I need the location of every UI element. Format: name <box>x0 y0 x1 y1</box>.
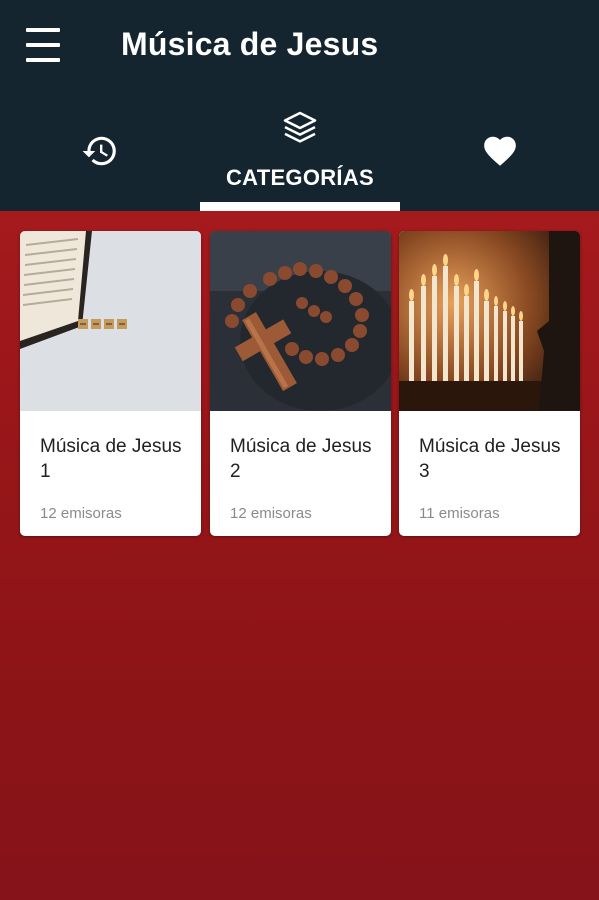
categories-content: Música de Jesus 1 12 emisoras Música de … <box>0 211 599 900</box>
rosary-image <box>210 231 391 411</box>
candles-image <box>399 231 580 411</box>
category-title: Música de Jesus 1 <box>40 436 182 482</box>
app-title: Música de Jesus <box>121 26 379 62</box>
category-card[interactable]: Música de Jesus 1 12 emisoras <box>20 231 201 536</box>
menu-icon[interactable] <box>26 28 68 62</box>
category-count: 12 emisoras <box>40 505 122 522</box>
top-app-bar: Música de Jesus CATEGORÍAS <box>0 0 599 211</box>
app-root: Música de Jesus CATEGORÍAS Música de Jes… <box>0 0 599 900</box>
tab-categories[interactable]: CATEGORÍAS <box>200 98 400 211</box>
category-title: Música de Jesus 3 <box>419 436 561 482</box>
tab-favorites[interactable] <box>400 98 599 211</box>
layers-icon <box>283 111 317 143</box>
selected-tab-indicator <box>200 202 400 211</box>
tab-recent[interactable] <box>0 98 200 211</box>
category-grid: Música de Jesus 1 12 emisoras Música de … <box>20 231 580 536</box>
category-card[interactable]: Música de Jesus 3 11 emisoras <box>399 231 580 536</box>
category-card[interactable]: Música de Jesus 2 12 emisoras <box>210 231 391 536</box>
category-count: 11 emisoras <box>419 505 500 522</box>
bible-image <box>20 231 201 411</box>
heart-icon <box>484 136 516 166</box>
category-title: Música de Jesus 2 <box>230 436 372 482</box>
category-count: 12 emisoras <box>230 505 312 522</box>
history-icon <box>82 136 116 166</box>
tab-categories-label: CATEGORÍAS <box>225 165 375 190</box>
